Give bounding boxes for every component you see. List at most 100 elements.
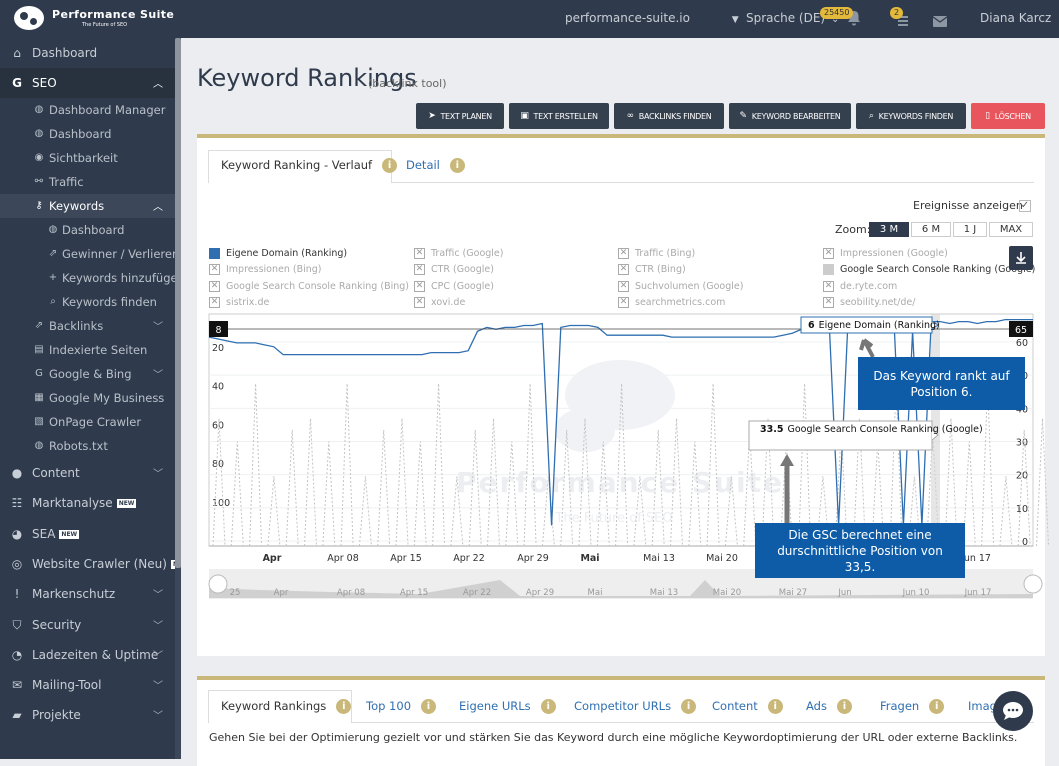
sidebar-item-security[interactable]: ⛉ Security ﹀ xyxy=(0,610,175,640)
zoom-1y-button[interactable]: 1 J xyxy=(953,222,987,237)
legend-item-impressionen-google-[interactable]: ✕ Impressionen (Google) xyxy=(823,248,948,259)
zoom-3m-button[interactable]: 3 M xyxy=(869,222,909,237)
legend-checkbox[interactable]: ✕ xyxy=(414,297,425,308)
legend-item-google-search-console-ranking-bing-[interactable]: ✕ Google Search Console Ranking (Bing) xyxy=(209,281,409,292)
legend-checkbox[interactable]: ✕ xyxy=(414,264,425,275)
sidebar-item-google-my-business[interactable]: ▦ Google My Business xyxy=(0,386,175,410)
legend-checkbox[interactable]: ✕ xyxy=(618,264,629,275)
create-text-button[interactable]: ▣ TEXT ERSTELLEN xyxy=(509,103,609,129)
info-icon[interactable]: i xyxy=(681,699,697,714)
info-icon[interactable]: i xyxy=(382,158,398,173)
legend-item-sistrix-de[interactable]: ✕ sistrix.de xyxy=(209,297,269,308)
legend-item-de-ryte-com[interactable]: ✕ de.ryte.com xyxy=(823,281,897,292)
tab-fragen[interactable]: Fragen i xyxy=(880,699,945,714)
legend-checkbox[interactable]: ✕ xyxy=(618,248,629,259)
legend-checkbox[interactable]: ✕ xyxy=(823,281,834,292)
tab-top-100[interactable]: Top 100 i xyxy=(366,699,437,714)
legend-item-searchmetrics-com[interactable]: ✕ searchmetrics.com xyxy=(618,297,725,308)
legend-item-eigene-domain-ranking-[interactable]: Eigene Domain (Ranking) xyxy=(209,248,347,259)
domain-selector[interactable]: performance-suite.io ▼ xyxy=(565,11,739,25)
sidebar-item-traffic[interactable]: ⚯ Traffic xyxy=(0,170,175,194)
legend-item-traffic-bing-[interactable]: ✕ Traffic (Bing) xyxy=(618,248,695,259)
legend-item-traffic-google-[interactable]: ✕ Traffic (Google) xyxy=(414,248,503,259)
legend-checkbox[interactable]: ✕ xyxy=(823,248,834,259)
info-icon[interactable]: i xyxy=(836,699,852,714)
legend-checkbox[interactable]: ✕ xyxy=(823,297,834,308)
info-icon[interactable]: i xyxy=(929,699,945,714)
find-keywords-button[interactable]: ⌕ KEYWORDS FINDEN xyxy=(856,103,966,129)
legend-checkbox[interactable]: ✕ xyxy=(414,248,425,259)
plan-text-button[interactable]: ➤ TEXT PLANEN xyxy=(416,103,504,129)
sidebar-item-markenschutz[interactable]: ! Markenschutz ﹀ xyxy=(0,579,175,609)
sidebar-item-keywords-dashboard[interactable]: ◍ Dashboard xyxy=(0,218,175,242)
sidebar-item-keywords-gewinner-verlierer[interactable]: ⇗ Gewinner / Verlierer xyxy=(0,242,177,266)
tab-detail[interactable]: Detail i xyxy=(406,158,465,173)
info-icon[interactable]: i xyxy=(336,699,352,714)
tab-ads[interactable]: Ads i xyxy=(806,699,852,714)
legend-item-cpc-google-[interactable]: ✕ CPC (Google) xyxy=(414,281,494,292)
legend-checkbox[interactable]: ✕ xyxy=(209,264,220,275)
legend-checkbox[interactable] xyxy=(209,248,220,259)
legend-checkbox[interactable]: ✕ xyxy=(209,297,220,308)
legend-label: CTR (Bing) xyxy=(635,264,686,275)
legend-checkbox[interactable] xyxy=(823,264,834,275)
store-icon: ▦ xyxy=(34,392,44,403)
logo[interactable]: Performance Suite The Future of SEO xyxy=(14,6,174,32)
mail-icon[interactable] xyxy=(932,12,948,27)
home-icon: ⌂ xyxy=(13,46,21,60)
sidebar-item-dashboard[interactable]: ◍ Dashboard xyxy=(0,122,175,146)
sidebar-item-indexierte-seiten[interactable]: ▤ Indexierte Seiten xyxy=(0,338,175,362)
sidebar-item-marktanalyse[interactable]: ☷ Marktanalyse NEW xyxy=(0,488,175,518)
button-label: KEYWORD BEARBEITEN xyxy=(751,111,841,121)
caret-down-icon: ▼ xyxy=(731,15,739,25)
sidebar-item-sea[interactable]: ◕ SEA NEW xyxy=(0,519,175,549)
legend-checkbox[interactable]: ✕ xyxy=(414,281,425,292)
legend-item-ctr-bing-[interactable]: ✕ CTR (Bing) xyxy=(618,264,686,275)
info-icon[interactable]: i xyxy=(449,158,465,173)
legend-checkbox[interactable]: ✕ xyxy=(618,281,629,292)
find-backlinks-button[interactable]: ∞ BACKLINKS FINDEN xyxy=(614,103,724,129)
sidebar-item-robots-txt[interactable]: ◍ Robots.txt xyxy=(0,434,175,458)
edit-keyword-button[interactable]: ✎ KEYWORD BEARBEITEN xyxy=(729,103,851,129)
sidebar-item-ladezeiten-uptime[interactable]: ◔ Ladezeiten & Uptime ﹀ xyxy=(0,640,175,670)
info-icon[interactable]: i xyxy=(767,699,783,714)
sidebar-item-dashboard[interactable]: ⌂ Dashboard xyxy=(0,38,175,68)
sidebar-item-keywords-keywords-finden[interactable]: ⌕ Keywords finden xyxy=(0,290,175,314)
sidebar-item-keywords[interactable]: ⚷ Keywords ︿ xyxy=(0,194,175,218)
zoom-max-button[interactable]: MAX xyxy=(989,222,1033,237)
legend-checkbox[interactable]: ✕ xyxy=(209,281,220,292)
legend-item-xovi-de[interactable]: ✕ xovi.de xyxy=(414,297,465,308)
legend-item-ctr-google-[interactable]: ✕ CTR (Google) xyxy=(414,264,494,275)
sidebar-item-content[interactable]: ● Content ﹀ xyxy=(0,458,175,488)
legend-label: Eigene Domain (Ranking) xyxy=(226,248,348,259)
legend-item-impressionen-bing-[interactable]: ✕ Impressionen (Bing) xyxy=(209,264,322,275)
user-menu[interactable]: Diana Karcz ⌄ xyxy=(980,11,1059,25)
zoom-6m-button[interactable]: 6 M xyxy=(911,222,951,237)
tab-keyword-rankings[interactable]: Keyword Rankings i xyxy=(221,699,352,714)
sidebar-item-website-crawler-neu-[interactable]: ◎ Website Crawler (Neu)NEW xyxy=(0,549,181,579)
sidebar-item-mailing-tool[interactable]: ✉ Mailing-Tool ﹀ xyxy=(0,670,175,700)
sidebar-item-google-bing[interactable]: G Google & Bing ﹀ xyxy=(0,362,175,386)
sidebar-item-keywords-keywords-hinzuf-gen[interactable]: + Keywords hinzufügen xyxy=(0,266,181,290)
chat-button[interactable] xyxy=(993,691,1033,731)
info-icon[interactable]: i xyxy=(421,699,437,714)
sidebar-item-onpage-crawler[interactable]: ▧ OnPage Crawler xyxy=(0,410,175,434)
sidebar-item-label: Ladezeiten & Uptime xyxy=(32,648,158,662)
legend-checkbox[interactable]: ✕ xyxy=(618,297,629,308)
info-icon[interactable]: i xyxy=(540,699,556,714)
sidebar-item-dashboard-manager[interactable]: ◍ Dashboard Manager xyxy=(0,98,175,122)
tab-competitor-urls[interactable]: Competitor URLs i xyxy=(574,699,697,714)
sidebar-item-projekte[interactable]: ▰ Projekte ﹀ xyxy=(0,700,175,730)
download-button[interactable] xyxy=(1009,246,1033,270)
tab-content[interactable]: Content i xyxy=(712,699,783,714)
sidebar-item-seo[interactable]: G SEO ︿ xyxy=(0,68,175,98)
delete-button[interactable]: ▯ LÖSCHEN xyxy=(971,103,1045,129)
legend-item-suchvolumen-google-[interactable]: ✕ Suchvolumen (Google) xyxy=(618,281,743,292)
sidebar-scroll-thumb[interactable] xyxy=(175,38,181,568)
legend-item-google-search-console-ranking-google-[interactable]: Google Search Console Ranking (Google) xyxy=(823,264,1035,275)
legend-item-seobility-net-de-[interactable]: ✕ seobility.net/de/ xyxy=(823,297,915,308)
sidebar-item-backlinks[interactable]: ⇗ Backlinks ﹀ xyxy=(0,314,175,338)
sidebar-item-sichtbarkeit[interactable]: ◉ Sichtbarkeit xyxy=(0,146,175,170)
events-checkbox[interactable]: ✓ xyxy=(1019,200,1031,212)
tab-eigene-urls[interactable]: Eigene URLs i xyxy=(459,699,556,714)
